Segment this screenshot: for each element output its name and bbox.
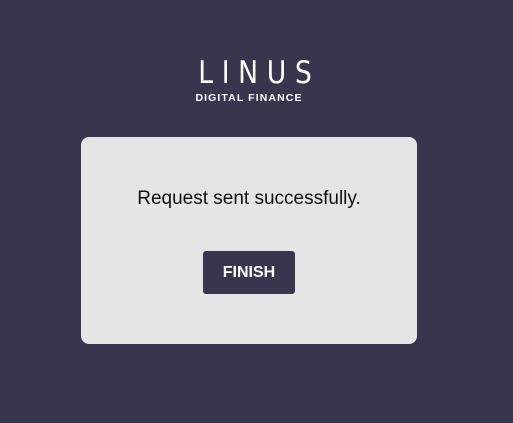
finish-button[interactable]: FINISH [203,251,295,294]
confirmation-card: Request sent successfully. FINISH [81,137,417,344]
brand-logo: LINUS DIGITAL FINANCE [180,56,318,105]
success-message: Request sent successfully. [137,188,361,209]
page: LINUS DIGITAL FINANCE Request sent succe… [0,0,513,423]
brand-name: LINUS [198,55,321,91]
brand-tagline: DIGITAL FINANCE [195,92,303,104]
